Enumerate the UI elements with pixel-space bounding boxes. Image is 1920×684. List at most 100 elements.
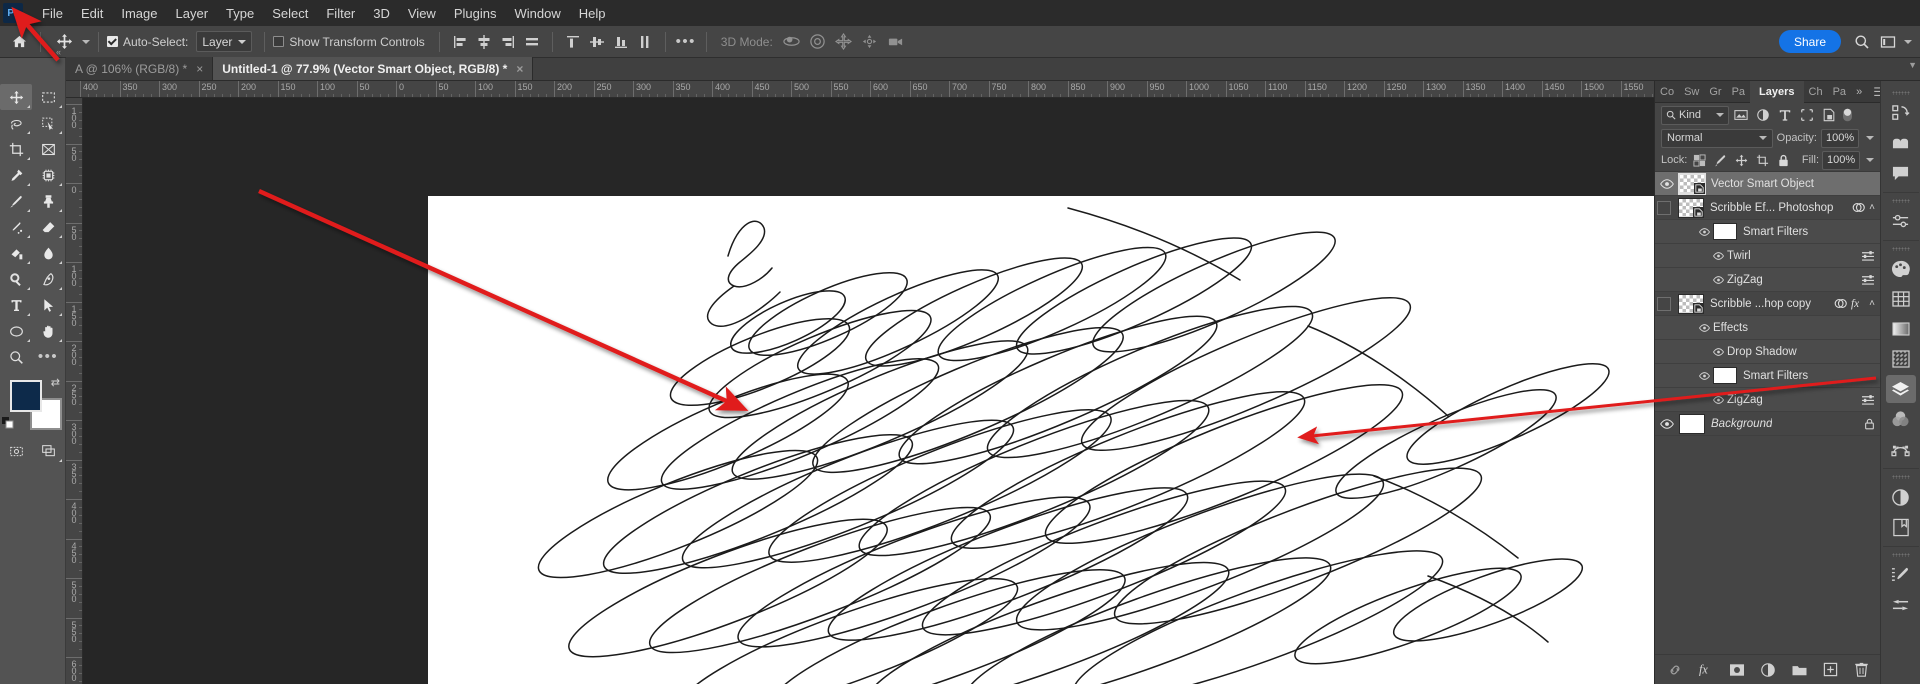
adjustments-presets-icon[interactable] bbox=[1886, 129, 1916, 157]
document-tab[interactable]: Untitled-1 @ 77.9% (Vector Smart Object,… bbox=[213, 57, 534, 80]
layer-visibility-eye-icon[interactable] bbox=[1709, 347, 1727, 356]
layer-visibility-eye-icon[interactable] bbox=[1655, 172, 1679, 196]
smart-filter-icon[interactable] bbox=[1834, 297, 1847, 310]
show-transform-controls-control[interactable]: Show Transform Controls bbox=[273, 35, 425, 49]
dodge-tool[interactable] bbox=[0, 266, 32, 292]
type-layer-filter-icon[interactable] bbox=[1775, 105, 1795, 125]
layer-visibility-eye-icon[interactable] bbox=[1709, 251, 1727, 260]
panel-tab-gr[interactable]: Gr bbox=[1704, 81, 1726, 103]
layer-thumbnail[interactable] bbox=[1678, 197, 1704, 218]
filter-settings-icon[interactable] bbox=[1861, 274, 1875, 285]
filter-toggle-icon[interactable] bbox=[1841, 105, 1853, 125]
layer-visibility-eye-icon[interactable] bbox=[1655, 340, 1679, 364]
filter-settings-icon[interactable] bbox=[1861, 250, 1875, 261]
drag-grip[interactable] bbox=[1891, 553, 1910, 557]
align-vertical-centers-icon[interactable] bbox=[585, 30, 609, 54]
layer-thumbnail[interactable] bbox=[1678, 172, 1706, 195]
layer-row[interactable]: ZigZag bbox=[1655, 268, 1880, 292]
hand-tool[interactable] bbox=[32, 318, 64, 344]
panel-tab-pa[interactable]: Pa bbox=[1828, 81, 1851, 103]
spot-healing-brush-tool[interactable] bbox=[32, 162, 64, 188]
lock-image-pixels-icon[interactable] bbox=[1711, 151, 1729, 169]
lock-artboard-nesting-icon[interactable] bbox=[1753, 151, 1771, 169]
panel-tab-co[interactable]: Co bbox=[1655, 81, 1679, 103]
tool-preset-chevron-down-icon[interactable] bbox=[82, 39, 90, 44]
menu-item-plugins[interactable]: Plugins bbox=[445, 3, 506, 24]
layer-filter-kind-dropdown[interactable]: Kind bbox=[1661, 105, 1729, 125]
panel-tab-ch[interactable]: Ch bbox=[1804, 81, 1828, 103]
paths-icon[interactable] bbox=[1886, 435, 1916, 463]
layer-row[interactable]: Drop Shadow bbox=[1655, 340, 1880, 364]
zoom-tool[interactable] bbox=[0, 344, 32, 370]
layer-thumbnail[interactable] bbox=[1678, 293, 1704, 314]
menu-item-help[interactable]: Help bbox=[570, 3, 615, 24]
layer-visibility-eye-icon[interactable] bbox=[1695, 227, 1713, 236]
layer-row[interactable]: Scribble Ef... Photoshop ˄ bbox=[1655, 196, 1880, 220]
layer-row[interactable]: Scribble ...hop copy fx ˄ bbox=[1655, 292, 1880, 316]
horizontal-type-tool[interactable] bbox=[0, 292, 32, 318]
distribute-vertically-icon[interactable] bbox=[633, 30, 657, 54]
brushes-icon[interactable] bbox=[1886, 591, 1916, 619]
blur-tool[interactable] bbox=[32, 240, 64, 266]
panel-tab-sw[interactable]: Sw bbox=[1679, 81, 1704, 103]
align-horizontal-centers-icon[interactable] bbox=[472, 30, 496, 54]
eyedropper-tool[interactable] bbox=[0, 162, 32, 188]
adjustment-layer-filter-icon[interactable] bbox=[1753, 105, 1773, 125]
gradient-tool[interactable] bbox=[0, 240, 32, 266]
swatches-icon[interactable] bbox=[1886, 285, 1916, 313]
layer-row[interactable]: Effects bbox=[1655, 316, 1880, 340]
layer-visibility-eye-icon[interactable] bbox=[1655, 244, 1679, 268]
layer-visibility-eye-icon[interactable] bbox=[1695, 323, 1713, 332]
object-selection-tool[interactable] bbox=[32, 110, 64, 136]
libraries-icon[interactable] bbox=[1886, 99, 1916, 127]
patterns-icon[interactable] bbox=[1886, 345, 1916, 373]
new-adjustment-layer-icon[interactable] bbox=[1759, 661, 1777, 679]
search-icon[interactable] bbox=[1849, 29, 1875, 55]
menu-item-file[interactable]: File bbox=[33, 3, 72, 24]
panel-tab-layers[interactable]: Layers bbox=[1750, 80, 1804, 103]
comments-icon[interactable] bbox=[1886, 159, 1916, 187]
channels-icon[interactable] bbox=[1886, 405, 1916, 433]
auto-select-control[interactable]: Auto-Select: bbox=[107, 35, 188, 49]
smart-filter-icon[interactable] bbox=[1852, 201, 1865, 214]
panel-tab-pa[interactable]: Pa bbox=[1727, 81, 1750, 103]
edit-toolbar-tool[interactable]: ••• bbox=[32, 344, 64, 370]
close-icon[interactable]: × bbox=[516, 63, 523, 75]
layer-row[interactable]: Twirl bbox=[1655, 244, 1880, 268]
app-logo[interactable]: Ps bbox=[3, 3, 23, 23]
layer-visibility-toggle[interactable] bbox=[1657, 296, 1671, 311]
gradients-icon[interactable] bbox=[1886, 315, 1916, 343]
layers-icon[interactable] bbox=[1885, 375, 1916, 403]
lock-position-icon[interactable] bbox=[1732, 151, 1750, 169]
new-layer-icon[interactable] bbox=[1821, 661, 1839, 679]
fill-input[interactable]: 100% bbox=[1822, 150, 1860, 170]
layer-visibility-eye-icon[interactable] bbox=[1655, 388, 1679, 412]
layer-visibility-eye-icon[interactable] bbox=[1695, 371, 1713, 380]
pen-tool[interactable] bbox=[32, 266, 64, 292]
adjustments-icon[interactable] bbox=[1886, 483, 1916, 511]
layer-thumbnail[interactable] bbox=[1679, 413, 1705, 434]
crop-tool[interactable] bbox=[0, 136, 32, 162]
align-right-edges-icon[interactable] bbox=[496, 30, 520, 54]
panel-collapse-arrow[interactable]: ▼ bbox=[1908, 60, 1917, 70]
layer-comps-icon[interactable] bbox=[1886, 513, 1916, 541]
history-brush-tool[interactable] bbox=[0, 214, 32, 240]
filter-settings-icon[interactable] bbox=[1861, 394, 1875, 405]
swap-colors-icon[interactable]: ⇄ bbox=[51, 376, 60, 389]
close-icon[interactable]: × bbox=[196, 63, 203, 75]
properties-icon[interactable] bbox=[1886, 207, 1916, 235]
layer-visibility-eye-icon[interactable] bbox=[1709, 275, 1727, 284]
link-layers-icon[interactable] bbox=[1666, 661, 1684, 679]
layer-row[interactable]: Smart Filters bbox=[1655, 364, 1880, 388]
brush-tool[interactable] bbox=[0, 188, 32, 214]
layer-row[interactable]: ZigZag bbox=[1655, 388, 1880, 412]
layer-visibility-eye-icon[interactable] bbox=[1655, 268, 1679, 292]
lock-icon[interactable] bbox=[1864, 418, 1875, 430]
opacity-chevron-down-icon[interactable] bbox=[1866, 136, 1874, 140]
align-left-edges-icon[interactable] bbox=[448, 30, 472, 54]
brush-settings-icon[interactable] bbox=[1886, 561, 1916, 589]
quick-mask-icon[interactable] bbox=[0, 438, 32, 464]
workspace-switcher-icon[interactable] bbox=[1875, 29, 1901, 55]
menu-item-window[interactable]: Window bbox=[505, 3, 569, 24]
orbit-3d-icon[interactable] bbox=[779, 29, 805, 55]
